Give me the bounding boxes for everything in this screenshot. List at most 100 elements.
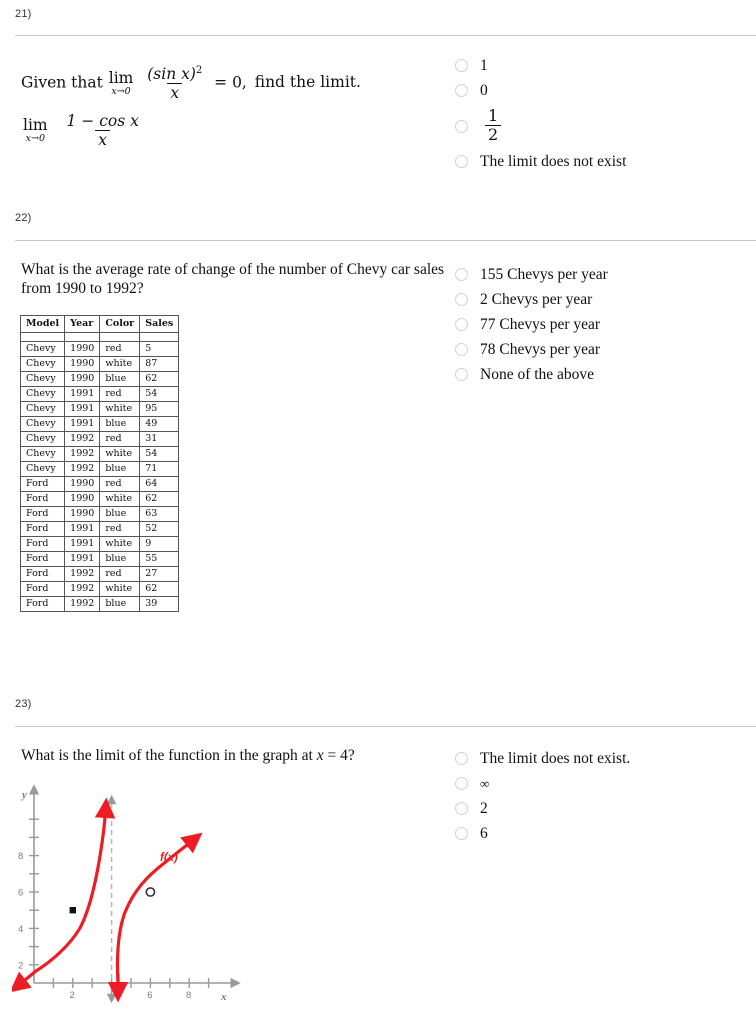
cell-sales: 9 [139,536,180,552]
question-number-22: 22) [15,212,32,224]
cell-color: white [99,401,141,417]
option-row[interactable]: The limit does not exist. [455,746,745,771]
radio-button-icon[interactable] [455,802,468,815]
option-label: 1 2 [480,106,506,144]
table-row: Ford 1992 red 27 [19,566,180,582]
radio-button-icon[interactable] [455,368,468,381]
option-row[interactable]: 0 [455,78,745,103]
fraction-denominator: 2 [485,125,502,144]
cell-sales: 5 [139,341,180,357]
cell-model: Ford [19,521,66,537]
table-row: Ford 1991 blue 55 [19,551,180,567]
cell-model: Chevy [19,446,66,462]
y-tick-label-2: 2 [18,960,23,971]
equals-zero: = 0, [214,73,247,92]
question-23-prompt: What is the limit of the function in the… [21,746,451,765]
radio-button-icon[interactable] [455,318,468,331]
fraction-numerator: 1 [488,106,499,126]
cell-sales: 87 [139,356,180,372]
cell-year: 1991 [64,416,101,432]
radio-button-icon[interactable] [455,293,468,306]
radio-button-icon[interactable] [455,119,468,133]
cell-color: blue [99,506,141,522]
radio-button-icon[interactable] [455,827,468,840]
option-row[interactable]: 77 Chevys per year [455,312,745,337]
radio-button-icon[interactable] [455,59,468,72]
radio-button-icon[interactable] [455,777,468,790]
cell-color: blue [99,416,141,432]
table-row: Chevy 1990 blue 62 [19,371,180,387]
question-23-prompt-post: = 4? [323,747,355,764]
graph-axes [28,784,241,989]
option-row[interactable]: 1 2 [455,103,745,149]
option-row[interactable]: The limit does not exist [455,149,745,174]
cell-model: Chevy [19,341,66,357]
option-label: The limit does not exist [480,152,627,170]
cell-year: 1992 [64,566,101,582]
table-row: Chevy 1991 red 54 [19,386,180,402]
cell-year: 1991 [64,521,101,537]
table-row: Ford 1992 blue 39 [19,596,180,612]
y-tick-label-6: 6 [18,888,23,899]
cell-sales: 63 [139,506,180,522]
cell-sales: 62 [139,491,180,507]
radio-button-icon[interactable] [455,84,468,97]
cell-color: red [99,566,141,582]
cell-year: 1991 [64,401,101,417]
option-row[interactable]: 1 [455,53,745,78]
table-row: Chevy 1991 blue 49 [19,416,180,432]
radio-button-icon[interactable] [455,268,468,281]
question-22-options: 155 Chevys per year 2 Chevys per year 77… [455,262,745,387]
column-header-color: Color [99,315,141,333]
car-sales-table: Model Year Color Sales Chevy 1990 red 5 Che… [19,315,180,612]
option-row[interactable]: 155 Chevys per year [455,262,745,287]
cell-color: red [99,341,141,357]
cell-year: 1992 [64,581,101,597]
question-rule-22 [15,240,756,241]
option-label: 0 [480,81,488,99]
table-row: Ford 1991 white 9 [19,536,180,552]
question-21-prompt: Given that lim x→0 (sin x)2 x = 0, find … [21,65,451,102]
question-rule-21 [15,35,756,36]
option-row[interactable]: ∞ [455,771,745,796]
option-row[interactable]: 2 Chevys per year [455,287,745,312]
cell-model: Chevy [19,431,66,447]
radio-button-icon[interactable] [455,752,468,765]
cell-sales: 39 [139,596,180,612]
cell-year: 1990 [64,371,101,387]
cell-model: Chevy [19,461,66,477]
table-row: Ford 1990 red 64 [19,476,180,492]
cell-sales: 55 [139,551,180,567]
option-row[interactable]: 2 [455,796,745,821]
table-row: Chevy 1992 white 54 [19,446,180,462]
option-row[interactable]: 78 Chevys per year [455,337,745,362]
fraction-denominator: x [95,130,111,149]
option-label: 2 [480,799,488,817]
cell-model: Ford [19,506,66,522]
y-tick-label-4: 4 [18,924,23,935]
radio-button-icon[interactable] [455,343,468,356]
cell-model: Ford [19,581,66,597]
cell-color: white [99,491,141,507]
cell-year: 1990 [64,341,101,357]
x-tick-label-6: 6 [147,990,152,1001]
cell-color: blue [99,371,141,387]
fraction-one-minus-cos-over-x: 1 − cos x x [64,113,142,149]
cell-model: Ford [19,476,66,492]
question-22-prompt: What is the average rate of change of th… [21,261,445,297]
table-row: Ford 1990 blue 63 [19,506,180,522]
cell-color: red [99,386,141,402]
y-tick-label-8: 8 [18,851,23,862]
option-label: 155 Chevys per year [480,265,608,283]
table-row: Ford 1990 white 62 [19,491,180,507]
cell-year: 1991 [64,386,101,402]
cell-color: blue [99,596,141,612]
radio-button-icon[interactable] [455,155,468,168]
cell-color: white [99,356,141,372]
function-graph: 2 6 8 2 4 6 8 x y f(x) [12,783,252,1008]
option-row[interactable]: None of the above [455,362,745,387]
table-row: Chevy 1990 white 87 [19,356,180,372]
option-row[interactable]: 6 [455,821,745,846]
table-row: Chevy 1991 white 95 [19,401,180,417]
question-rule-23 [15,726,756,727]
